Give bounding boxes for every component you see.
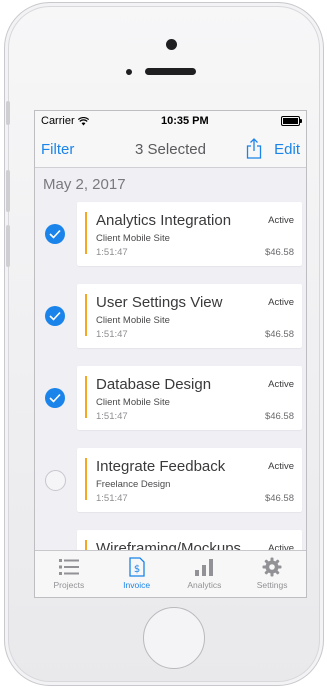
project-color-bar [85, 458, 87, 500]
entry-duration: 1:51:47 [96, 411, 128, 422]
tab-analytics[interactable]: Analytics [171, 551, 239, 597]
entry-title: Analytics Integration [96, 212, 232, 229]
bar-chart-icon [195, 559, 214, 576]
page-title: 3 Selected [135, 140, 206, 158]
list-item[interactable]: Integrate Feedback Freelance Design 1:51… [35, 448, 306, 512]
entry-duration: 1:51:47 [96, 329, 128, 340]
tab-label: Analytics [187, 580, 222, 590]
earpiece-speaker [145, 68, 196, 75]
project-color-bar [85, 376, 87, 418]
tab-label: Settings [256, 580, 288, 590]
entry-title: User Settings View [96, 294, 223, 311]
tab-bar: Projects $ Invoice Analytics Settings [35, 550, 306, 597]
entry-title: Integrate Feedback [96, 458, 226, 475]
selection-checkmark[interactable] [45, 388, 65, 408]
checkmark-icon [49, 229, 61, 239]
front-camera [166, 39, 177, 50]
status-bar: Carrier 10:35 PM [35, 111, 306, 131]
entry-title: Database Design [96, 376, 212, 393]
carrier-label: Carrier [41, 115, 75, 127]
phone-frame: Carrier 10:35 PM Filter 3 Selected Edit … [4, 2, 324, 686]
edit-button[interactable]: Edit [274, 141, 300, 158]
tab-projects[interactable]: Projects [35, 551, 103, 597]
mute-switch [6, 101, 10, 125]
screen: Carrier 10:35 PM Filter 3 Selected Edit … [34, 110, 307, 598]
time-entry-card[interactable]: User Settings View Client Mobile Site 1:… [77, 284, 302, 348]
entry-amount: $46.58 [264, 329, 294, 340]
selection-checkmark[interactable] [45, 224, 65, 244]
time-entry-card[interactable]: Database Design Client Mobile Site 1:51:… [77, 366, 302, 430]
entry-client: Client Mobile Site [96, 233, 170, 244]
battery-icon [280, 116, 302, 126]
tab-settings[interactable]: Settings [238, 551, 306, 597]
checkmark-icon [49, 311, 61, 321]
entry-duration: 1:51:47 [96, 247, 128, 258]
list-item[interactable]: Analytics Integration Client Mobile Site… [35, 202, 306, 266]
volume-up-button [6, 170, 10, 212]
time-entry-card[interactable]: Analytics Integration Client Mobile Site… [77, 202, 302, 266]
list-icon [58, 559, 79, 575]
entry-amount: $46.58 [264, 411, 294, 422]
home-button[interactable] [143, 607, 205, 669]
entry-client: Client Mobile Site [96, 315, 170, 326]
entry-status: Active [268, 379, 294, 390]
clock: 10:35 PM [160, 115, 209, 127]
entry-client: Freelance Design [96, 479, 171, 490]
section-date-header: May 2, 2017 [43, 176, 126, 193]
entry-status: Active [268, 215, 294, 226]
entry-status: Active [268, 297, 294, 308]
proximity-sensor [126, 69, 132, 75]
entry-duration: 1:51:47 [96, 493, 128, 504]
invoice-icon: $ [128, 557, 145, 577]
time-entry-card[interactable]: Integrate Feedback Freelance Design 1:51… [77, 448, 302, 512]
share-icon[interactable] [243, 137, 265, 159]
project-color-bar [85, 294, 87, 336]
gear-icon [262, 557, 282, 577]
tab-invoice[interactable]: $ Invoice [103, 551, 171, 597]
list-item[interactable]: User Settings View Client Mobile Site 1:… [35, 284, 306, 348]
entry-client: Client Mobile Site [96, 397, 170, 408]
project-color-bar [85, 212, 87, 254]
tab-label: Invoice [123, 580, 151, 590]
selection-circle[interactable] [45, 470, 66, 491]
navigation-bar: Filter 3 Selected Edit [35, 131, 306, 168]
entry-amount: $46.58 [264, 247, 294, 258]
svg-text:$: $ [133, 564, 139, 575]
tab-label: Projects [53, 580, 85, 590]
entry-amount: $46.58 [264, 493, 294, 504]
entry-status: Active [268, 461, 294, 472]
checkmark-icon [49, 393, 61, 403]
list-item[interactable]: Database Design Client Mobile Site 1:51:… [35, 366, 306, 430]
selection-checkmark[interactable] [45, 306, 65, 326]
wifi-icon [77, 116, 89, 125]
carrier: Carrier [41, 115, 89, 127]
volume-down-button [6, 225, 10, 267]
